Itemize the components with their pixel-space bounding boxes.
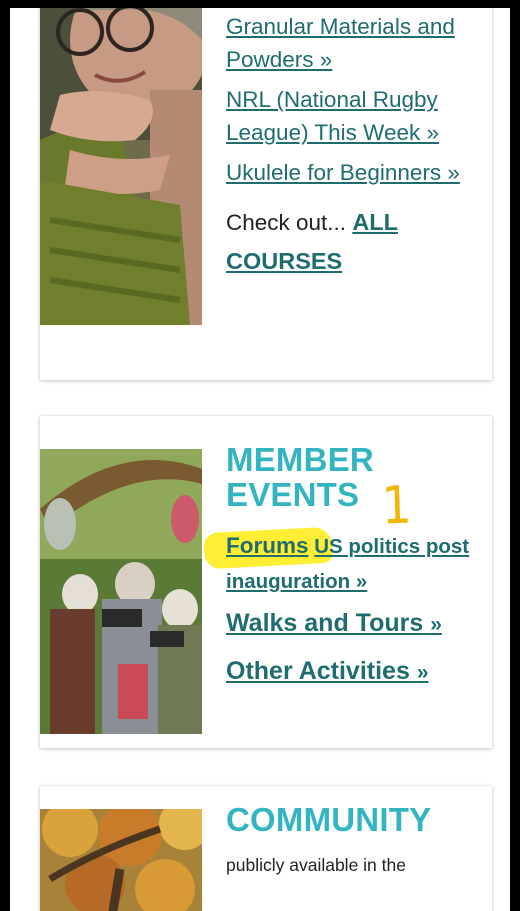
forums-link[interactable]: Forums — [226, 533, 309, 558]
elderly-woman-illustration — [40, 8, 202, 325]
check-out-text: Check out... — [226, 210, 347, 235]
other-raquo: » — [416, 661, 429, 684]
page: Granular Materials and Powders » NRL (Na… — [10, 8, 510, 911]
community-content: COMMUNITY publicly available in the — [226, 802, 482, 876]
course-link-ukulele[interactable]: Ukulele for Beginners » — [226, 156, 482, 189]
annotation-number: 1 — [380, 475, 413, 537]
member-events-image — [40, 449, 202, 734]
autumn-tree-illustration — [40, 809, 202, 911]
community-image — [40, 809, 202, 911]
birdwatchers-illustration — [40, 449, 202, 734]
member-events-heading: MEMBER EVENTS — [226, 441, 374, 513]
courses-list: Granular Materials and Powders » NRL (Na… — [226, 10, 482, 281]
courses-image — [40, 8, 202, 325]
course-link-nrl[interactable]: NRL (National Rugby League) This Week » — [226, 83, 482, 149]
forums-row: Forums US politics post inauguration » — [203, 526, 482, 599]
walks-raquo: » — [430, 613, 442, 636]
courses-card: Granular Materials and Powders » NRL (Na… — [40, 8, 492, 380]
check-out-line: Check out... ALL COURSES — [226, 203, 482, 281]
member-events-card: MEMBER EVENTS 1 Forums US politics post … — [40, 416, 492, 748]
community-description: publicly available in the — [226, 855, 406, 875]
walks-and-tours-link[interactable]: Walks and Tours » — [226, 601, 482, 647]
walks-and-tours-label: Walks and Tours — [226, 609, 424, 637]
course-link-granular-materials[interactable]: Granular Materials and Powders » — [226, 10, 482, 76]
member-events-content: MEMBER EVENTS 1 Forums US politics post … — [203, 441, 482, 695]
community-card: COMMUNITY publicly available in the — [40, 786, 492, 911]
other-activities-label: Other Activities — [226, 657, 410, 685]
other-activities-link[interactable]: Other Activities » — [226, 649, 482, 695]
community-heading: COMMUNITY — [226, 801, 432, 838]
